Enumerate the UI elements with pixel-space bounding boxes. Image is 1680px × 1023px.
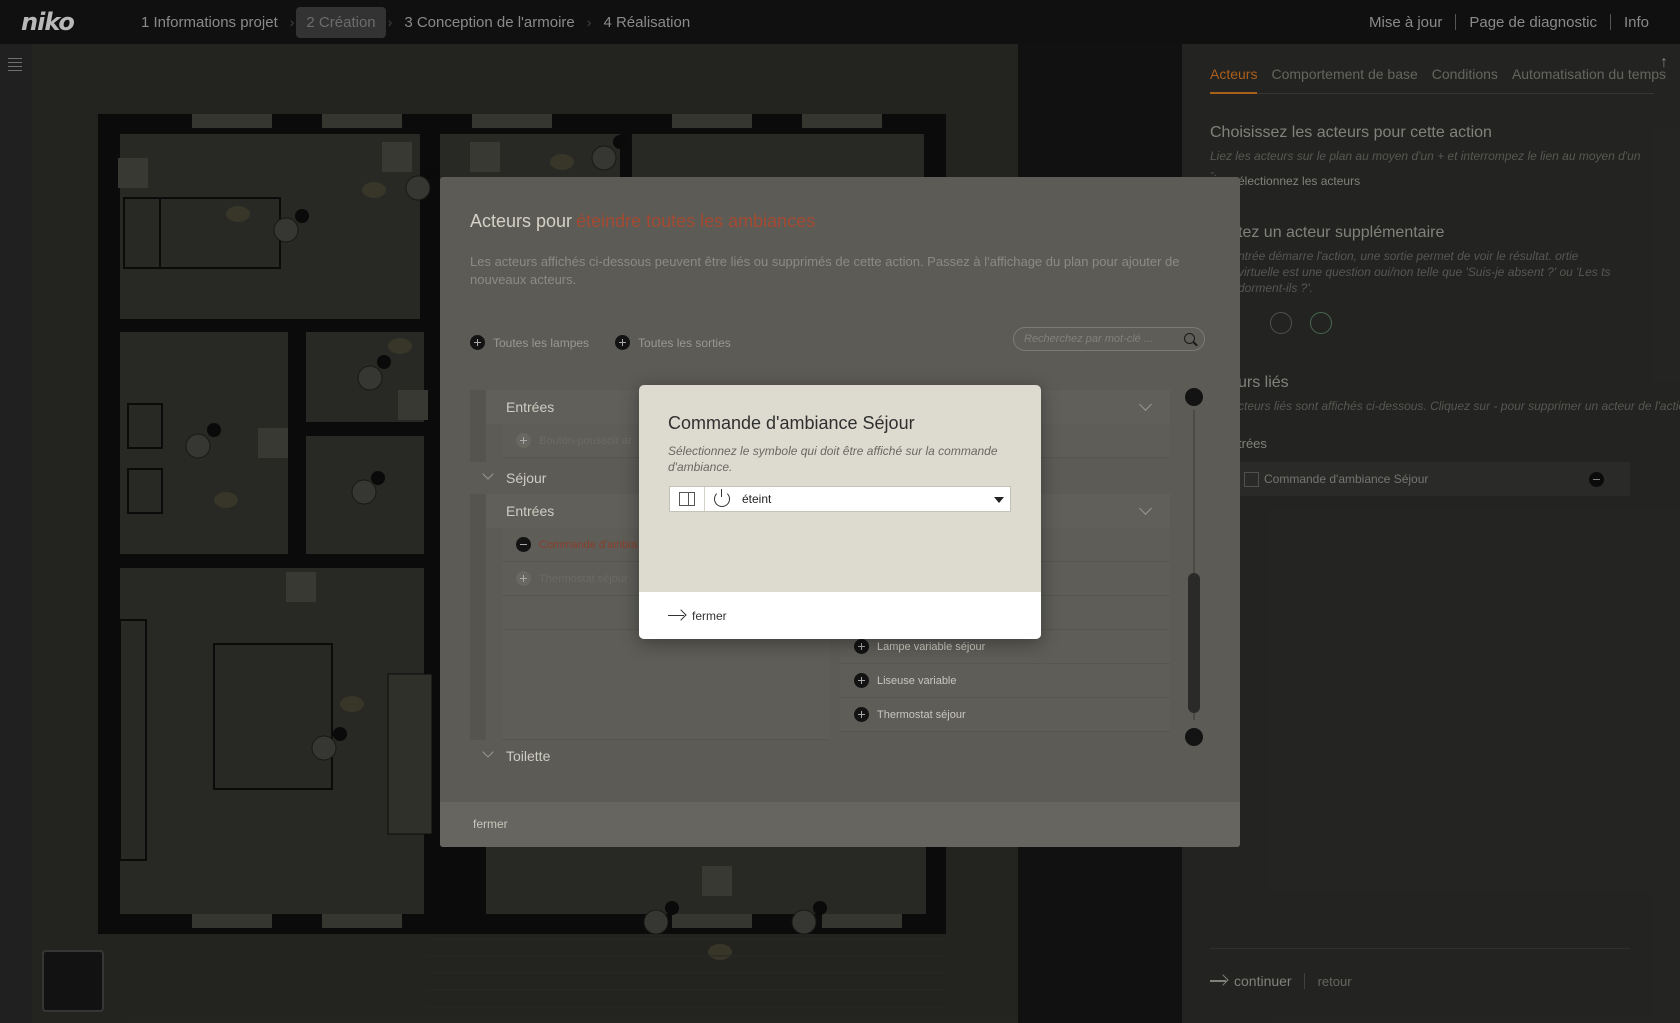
- top-links: Mise à jour Page de diagnostic Info: [1356, 0, 1662, 44]
- output-item[interactable]: Lampe variable séjour: [854, 639, 985, 654]
- section-label: Entrées: [506, 399, 555, 415]
- actor-item[interactable]: Thermostat séjour: [516, 571, 628, 586]
- actor-item[interactable]: Bouton-poussoir ar: [516, 433, 632, 448]
- plus-circle-icon: [516, 433, 531, 448]
- dialog-title-prefix: Acteurs pour: [470, 211, 573, 231]
- search-icon[interactable]: [1184, 333, 1195, 344]
- search-input[interactable]: Recherchez par mot-clé ...: [1013, 327, 1205, 351]
- list-scrollbar[interactable]: [1185, 388, 1203, 748]
- chevron-down-icon: [1139, 502, 1152, 515]
- room-label: Séjour: [506, 470, 547, 486]
- plus-circle-icon: [470, 335, 485, 350]
- dialog-close-button[interactable]: fermer: [473, 817, 508, 831]
- chevron-down-icon: [482, 468, 494, 480]
- update-link[interactable]: Mise à jour: [1356, 14, 1455, 31]
- dialog-footer: fermer: [440, 802, 1240, 847]
- group-bar: [470, 390, 486, 462]
- scroll-thumb[interactable]: [1188, 573, 1200, 713]
- add-all-lamps-button[interactable]: Toutes les lampes: [470, 335, 589, 350]
- section-label: Entrées: [506, 503, 555, 519]
- chevron-down-icon: [1139, 398, 1152, 411]
- top-bar: niko 1 Informations projet › 2 Création …: [0, 0, 1680, 44]
- dialog-title: Acteurs pour éteindre toutes les ambiance…: [470, 211, 815, 232]
- plus-circle-icon: [854, 707, 869, 722]
- scene-control-icon: [679, 492, 695, 506]
- linked-actor-item[interactable]: Commande d'ambia: [516, 537, 637, 552]
- plus-circle-icon: [854, 639, 869, 654]
- plus-circle-icon: [516, 571, 531, 586]
- actor-label: Bouton-poussoir ar: [539, 434, 632, 447]
- chevron-right-icon: ›: [387, 14, 393, 30]
- chevron-down-icon: [482, 746, 494, 758]
- bulk-actions: Toutes les lampes Toutes les sorties: [470, 335, 757, 350]
- search-placeholder: Recherchez par mot-clé ...: [1024, 333, 1153, 345]
- dialog-title-action: éteindre toutes les ambiances: [576, 211, 816, 231]
- group-bar: [470, 494, 486, 740]
- scroll-down-icon[interactable]: [1185, 728, 1203, 746]
- add-all-lamps-label: Toutes les lampes: [493, 335, 590, 350]
- list-item: Thermostat séjour: [840, 698, 1170, 732]
- actor-label: Thermostat séjour: [539, 572, 628, 585]
- step-conception-armoire[interactable]: 3 Conception de l'armoire: [394, 7, 584, 38]
- list-item: [502, 630, 830, 740]
- wizard-steps: 1 Informations projet › 2 Création › 3 C…: [131, 6, 700, 38]
- output-item[interactable]: Liseuse variable: [854, 673, 957, 688]
- diagnostic-link[interactable]: Page de diagnostic: [1456, 14, 1610, 31]
- power-icon: [714, 489, 730, 507]
- add-all-outputs-button[interactable]: Toutes les sorties: [615, 335, 731, 350]
- scene-symbol-modal: Commande d'ambiance Séjour Sélectionnez …: [639, 385, 1041, 639]
- niko-logo: niko: [21, 8, 75, 36]
- chevron-right-icon: ›: [289, 14, 295, 30]
- modal-title: Commande d'ambiance Séjour: [668, 413, 915, 433]
- plus-circle-icon: [615, 335, 631, 350]
- scroll-up-icon[interactable]: [1185, 388, 1203, 406]
- output-item[interactable]: Thermostat séjour: [854, 707, 966, 722]
- symbol-select-value: éteint: [742, 492, 772, 506]
- output-label: Thermostat séjour: [877, 708, 966, 721]
- modal-close-label: fermer: [692, 608, 727, 623]
- output-label: Liseuse variable: [877, 674, 957, 687]
- info-link[interactable]: Info: [1611, 14, 1662, 31]
- actor-label: Commande d'ambia: [539, 538, 638, 551]
- dialog-description: Les acteurs affichés ci-dessous peuvent …: [470, 254, 1180, 287]
- symbol-select[interactable]: éteint: [669, 486, 1011, 512]
- step-creation[interactable]: 2 Création: [296, 6, 386, 38]
- add-all-outputs-label: Toutes les sorties: [638, 335, 731, 350]
- plus-circle-icon: [854, 673, 869, 688]
- chevron-right-icon: ›: [586, 14, 592, 30]
- step-informations-projet[interactable]: 1 Informations projet: [131, 7, 288, 38]
- list-item: Liseuse variable: [840, 664, 1170, 698]
- step-realisation[interactable]: 4 Réalisation: [593, 7, 700, 38]
- symbol-preview: [670, 487, 705, 511]
- room-toilette[interactable]: Toilette: [470, 740, 1170, 772]
- modal-description: Sélectionnez le symbole qui doit être af…: [668, 444, 998, 474]
- output-label: Lampe variable séjour: [877, 640, 986, 653]
- modal-close-button[interactable]: fermer: [639, 592, 1041, 639]
- caret-down-icon[interactable]: [994, 497, 1004, 503]
- room-label: Toilette: [506, 748, 551, 764]
- arrow-right-icon: [668, 611, 686, 621]
- minus-circle-icon: [516, 537, 531, 552]
